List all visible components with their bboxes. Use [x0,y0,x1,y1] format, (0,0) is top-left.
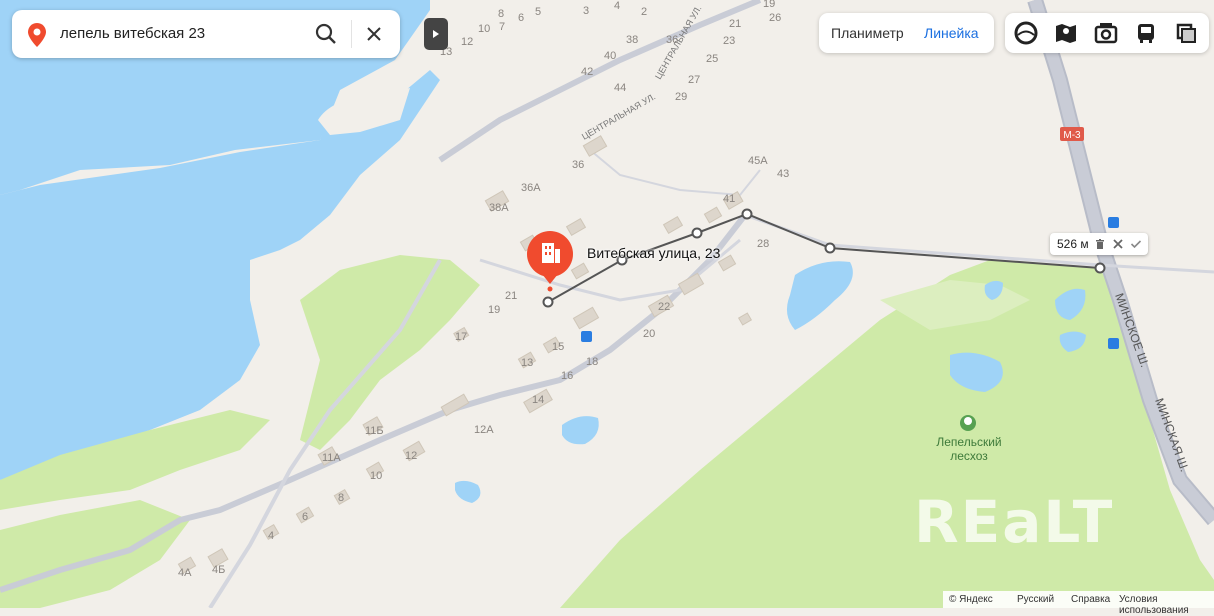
search-icon[interactable] [314,22,338,46]
bus-stop-icon [1108,338,1119,349]
bus-stop-icon [581,331,592,342]
house-number: 29 [675,91,688,103]
ruler-point [1094,262,1106,274]
house-number: 14 [532,394,545,406]
house-number: 45А [748,155,768,167]
house-number: 10 [370,470,383,482]
house-number: 6 [518,12,525,24]
house-number: 4Б [212,564,226,576]
camera-icon[interactable] [1093,20,1119,46]
house-number: 12А [474,424,494,436]
house-number: 36 [572,159,585,171]
language-button[interactable]: Русский [1017,594,1054,605]
house-number: 23 [723,35,736,47]
house-number: 43 [777,168,790,180]
house-number: 12 [461,36,474,48]
house-number: 38 [626,34,639,46]
house-number: 12 [405,450,418,462]
forest-area [300,255,480,450]
check-icon[interactable] [1130,238,1142,250]
planimeter-button[interactable]: Планиметр [831,25,904,41]
poi-label[interactable]: Витебская улица, 23 [587,245,720,261]
measure-toolbar: Планиметр Линейка [819,13,994,53]
trash-icon[interactable] [1094,238,1106,250]
ruler-distance-value: 526 м [1057,237,1089,251]
house-number: 10 [478,23,491,35]
terms-link[interactable]: Условия использования [1119,594,1214,616]
house-number: 15 [552,341,565,353]
ruler-distance-popup: 526 м [1050,233,1148,255]
house-number: 21 [505,290,518,302]
copyright-link[interactable]: © Яндекс [949,594,993,605]
street-label: ЦЕНТРАЛЬНАЯ УЛ. [580,91,657,141]
forest-label-line1: Лепельский [936,435,1002,449]
house-number: 8 [498,8,505,20]
watermark-logo: REaLT [914,488,1115,556]
house-number: 38А [489,202,509,214]
search-input[interactable]: лепель витебская 23 [60,25,205,42]
house-number: 22 [658,301,671,313]
house-number: 18 [586,356,599,368]
house-number: 3 [583,5,590,17]
ruler-point [691,227,703,239]
house-number: 21 [729,18,742,30]
house-number: 7 [499,21,506,33]
pond [786,261,853,330]
house-number: 11Б [365,425,384,437]
forest-area [0,500,190,608]
road [589,149,761,197]
house-number: 19 [488,304,501,316]
house-number: 8 [338,492,345,504]
location-pin-icon [28,23,46,47]
house-number: 27 [688,74,701,86]
house-number: 36 [666,34,679,46]
house-number: 42 [581,66,594,78]
forest-label: Лепельский лесхоз [932,435,1006,463]
search-box: лепель витебская 23 [12,10,400,58]
ruler-point [824,242,836,254]
house-number: 4 [614,0,621,12]
expand-panel-button[interactable] [424,18,448,50]
close-icon[interactable] [1112,238,1124,250]
house-number: 4 [268,530,275,542]
ruler-point [741,208,753,220]
layers-icon[interactable] [1173,20,1199,46]
house-number: 5 [535,6,542,18]
play-icon [433,30,439,38]
house-number: 13 [521,357,534,369]
house-number: 44 [614,82,627,94]
ruler-button[interactable]: Линейка [924,25,979,41]
house-number: 19 [763,0,776,10]
help-link[interactable]: Справка [1071,594,1110,605]
house-number: 20 [643,328,656,340]
layers-toolbar [1005,13,1209,53]
house-number: 28 [757,238,770,250]
house-number: 11А [322,452,341,464]
bus-icon[interactable] [1133,20,1159,46]
forest-label-line2: лесхоз [950,449,988,463]
house-number: 17 [455,331,468,343]
ruler-point [542,296,554,308]
map-transit-icon[interactable] [1053,20,1079,46]
divider [351,20,352,48]
house-number: 16 [561,370,574,382]
location-marker[interactable] [527,231,573,292]
house-number: 2 [641,6,648,18]
house-number: 36А [521,182,541,194]
pond [562,416,599,445]
house-number: 6 [302,511,309,523]
pond [455,480,481,503]
clear-search-icon[interactable] [362,22,386,46]
panorama-icon[interactable] [1013,20,1039,46]
bus-stop-icon [1108,217,1119,228]
map-footer: © Яндекс Русский Справка Условия использ… [943,591,1214,616]
house-number: 26 [769,12,782,24]
house-number: 4А [178,567,192,579]
house-number: 25 [706,53,719,65]
house-number: 41 [723,193,736,205]
highway-badge-text: М-3 [1063,130,1081,141]
house-number: 40 [604,50,617,62]
